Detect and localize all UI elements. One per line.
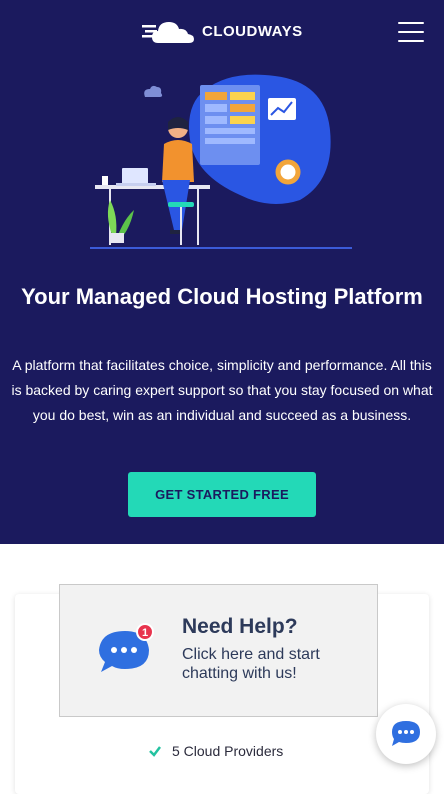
top-navigation: CLOUDWAYS [0, 0, 444, 64]
hero-section: CLOUDWAYS Your Managed Cloud Hosting Pla… [0, 0, 444, 544]
feature-label: 5 Cloud Providers [172, 743, 284, 759]
help-subtitle: Click here and start chatting with us! [182, 646, 320, 682]
need-help-popup[interactable]: 1 Need Help? Click here and start chatti… [59, 584, 378, 717]
checkmark-icon [149, 746, 161, 757]
menu-bar-icon [398, 31, 424, 33]
hero-description: A platform that facilitates choice, simp… [11, 357, 433, 423]
chat-icon [392, 721, 420, 746]
brand-name: CLOUDWAYS [202, 22, 303, 40]
chat-bubble-icon: 1 [99, 623, 154, 672]
cloud-logo-icon [142, 22, 194, 43]
feature-item: 5 Cloud Providers [148, 743, 283, 759]
chat-launcher-button[interactable] [376, 704, 436, 764]
hamburger-menu-button[interactable] [398, 22, 424, 44]
cloudways-logo[interactable]: CLOUDWAYS [142, 16, 303, 46]
get-started-button[interactable]: GET STARTED FREE [128, 472, 316, 517]
hero-title: Your Managed Cloud Hosting Platform [21, 284, 423, 309]
menu-bar-icon [398, 22, 424, 24]
help-title: Need Help? [182, 615, 298, 638]
menu-bar-icon [398, 40, 424, 42]
notification-badge-count: 1 [142, 627, 148, 639]
hero-illustration [90, 74, 352, 249]
